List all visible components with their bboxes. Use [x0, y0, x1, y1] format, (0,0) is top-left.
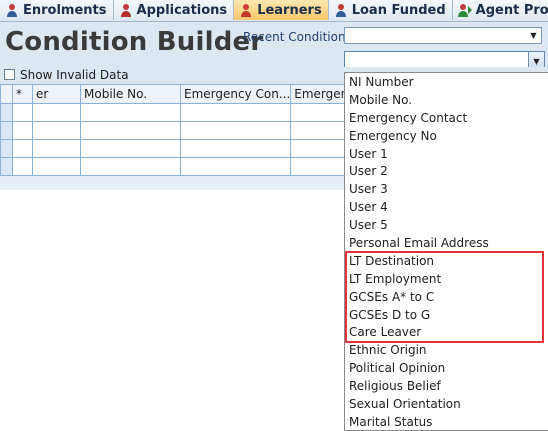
field-dropdown-list[interactable]: NI Number Mobile No. Emergency Contact E…: [344, 72, 548, 431]
tab-applications[interactable]: Applications: [114, 0, 235, 20]
table-cell[interactable]: [12, 103, 33, 122]
learners-icon: [241, 4, 252, 17]
table-cell[interactable]: [32, 157, 81, 176]
table-cell[interactable]: [179, 121, 292, 140]
applications-icon: [120, 4, 131, 17]
table-header-row: * er Mobile No. Emergency Con... Emergen…: [0, 84, 363, 104]
table-row[interactable]: [0, 103, 363, 122]
list-item[interactable]: Personal Email Address: [345, 235, 548, 253]
row-header-cell[interactable]: [0, 157, 13, 176]
page-title: Condition Builder: [5, 27, 264, 57]
row-header-cell[interactable]: [0, 139, 13, 158]
tab-label: Enrolments: [23, 2, 107, 18]
list-item[interactable]: User 4: [345, 199, 548, 217]
list-item[interactable]: GCSEs D to G: [345, 307, 548, 325]
table-cell[interactable]: [32, 103, 81, 122]
list-item[interactable]: Mobile No.: [345, 92, 548, 110]
table-cell[interactable]: [12, 121, 33, 140]
tab-label: Learners: [257, 2, 322, 18]
list-item[interactable]: GCSEs A* to C: [345, 289, 548, 307]
enrolments-icon: [7, 4, 17, 17]
table-row[interactable]: [0, 121, 363, 140]
show-invalid-data-label[interactable]: Show Invalid Data: [20, 68, 129, 82]
table-row[interactable]: [0, 139, 363, 158]
table-cell[interactable]: [80, 157, 181, 176]
tab-label: Loan Funded: [351, 2, 446, 18]
tab-learners[interactable]: Learners: [234, 0, 329, 20]
tab-label: Applications: [136, 2, 228, 18]
agent-progression-icon: [457, 4, 472, 17]
table-cell[interactable]: [32, 139, 81, 158]
column-header[interactable]: er: [32, 84, 81, 104]
row-header-cell[interactable]: [0, 103, 13, 122]
list-item[interactable]: Emergency No: [345, 128, 548, 146]
table-cell[interactable]: [12, 139, 33, 158]
table-cell[interactable]: [179, 157, 292, 176]
condition-table: * er Mobile No. Emergency Con... Emergen…: [0, 84, 363, 176]
table-cell[interactable]: [80, 121, 181, 140]
table-cell[interactable]: [80, 103, 181, 122]
column-header-marker[interactable]: *: [12, 84, 33, 104]
table-cell[interactable]: [12, 157, 33, 176]
list-item[interactable]: NI Number: [345, 74, 548, 92]
chevron-down-icon[interactable]: ▼: [526, 28, 541, 43]
list-item[interactable]: Religious Belief: [345, 378, 548, 396]
table-cell[interactable]: [80, 139, 181, 158]
row-header-cell[interactable]: [0, 121, 13, 140]
table-row[interactable]: [0, 157, 363, 176]
list-item[interactable]: Marital Status: [345, 414, 548, 430]
tab-loan-funded[interactable]: Loan Funded: [329, 0, 453, 20]
list-item[interactable]: User 1: [345, 146, 548, 164]
list-item[interactable]: Sexual Orientation: [345, 396, 548, 414]
table-cell[interactable]: [179, 139, 292, 158]
list-item[interactable]: User 3: [345, 181, 548, 199]
list-item[interactable]: Political Opinion: [345, 360, 548, 378]
tab-label: Agent Progression: [475, 2, 548, 18]
list-item[interactable]: Emergency Contact: [345, 110, 548, 128]
list-item[interactable]: User 2: [345, 163, 548, 181]
tab-enrolments[interactable]: Enrolments: [0, 0, 114, 20]
tab-agent-progression[interactable]: Agent Progression: [453, 0, 548, 20]
column-header[interactable]: Emergency Con...: [179, 84, 292, 104]
table-cell[interactable]: [179, 103, 292, 122]
list-item[interactable]: LT Employment: [345, 271, 548, 289]
list-item[interactable]: LT Destination: [345, 253, 548, 271]
loan-funded-icon: [335, 4, 346, 17]
recent-conditions-label: Recent Conditions: [243, 30, 352, 44]
module-tab-bar: Enrolments Applications Learners Loan Fu…: [0, 0, 548, 22]
column-header[interactable]: Mobile No.: [80, 84, 181, 104]
recent-conditions-dropdown[interactable]: ▼: [344, 27, 542, 44]
condition-builder-header: Condition Builder Recent Conditions ▼ ▼: [0, 22, 548, 72]
list-item[interactable]: User 5: [345, 217, 548, 235]
grid-corner-cell[interactable]: [0, 84, 13, 104]
list-item[interactable]: Care Leaver: [345, 324, 548, 342]
show-invalid-data-checkbox[interactable]: [4, 69, 15, 80]
table-cell[interactable]: [32, 121, 81, 140]
list-item[interactable]: Ethnic Origin: [345, 342, 548, 360]
